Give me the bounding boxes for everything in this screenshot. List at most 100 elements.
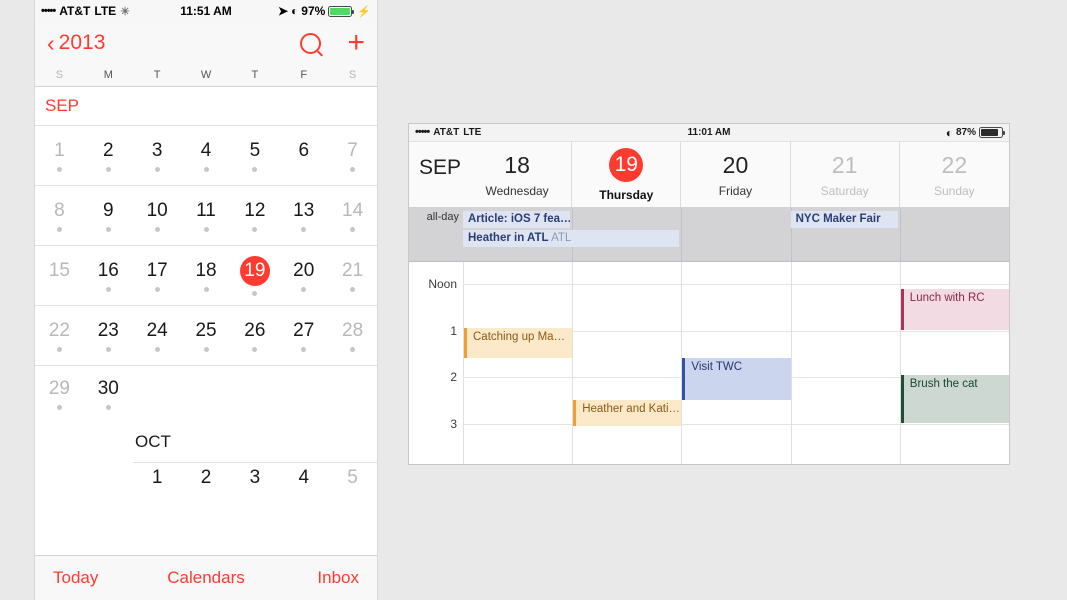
calendar-day-1[interactable]: 1 [133, 463, 182, 507]
weekday-header-3: W [200, 69, 212, 81]
day-number: 17 [146, 259, 168, 281]
event-dot [203, 286, 209, 292]
day-column-header-sunday[interactable]: 22 Sunday [900, 142, 1009, 207]
day-number: 16 [97, 259, 119, 281]
all-day-event[interactable]: Heather in ATL ATL [463, 230, 680, 247]
time-axis-column: Noon 1 2 3 [409, 262, 463, 464]
day-column-header-thursday[interactable]: 19 Thursday [572, 142, 682, 207]
calendar-day-14[interactable]: 14 [328, 186, 377, 245]
location-arrow-icon: ➤ [277, 4, 289, 18]
event-dot [154, 166, 160, 172]
calendar-day-8[interactable]: 8 [35, 186, 84, 245]
back-button[interactable]: ‹ 2013 [47, 31, 105, 55]
day-number: 1 [54, 139, 65, 161]
ipad-month-text: SEP [419, 156, 462, 179]
calendar-day-23[interactable]: 23 [84, 306, 133, 365]
tab-today[interactable]: Today [35, 568, 155, 588]
event-dot [252, 166, 258, 172]
hour-gridline [463, 284, 1009, 285]
day-column-number: 18 [504, 151, 530, 178]
calendar-day-9[interactable]: 9 [84, 186, 133, 245]
time-label-3: 3 [450, 416, 457, 431]
ipad-time-grid[interactable]: Noon 1 2 3 Catching up Ma… Heather and Kati…… [409, 262, 1009, 464]
weekday-header-0: S [55, 69, 64, 81]
day-number: 4 [200, 139, 212, 161]
calendar-day-1[interactable]: 1 [35, 126, 84, 185]
calendar-day-27[interactable]: 27 [279, 306, 328, 365]
calendar-day-11[interactable]: 11 [182, 186, 231, 245]
calendar-day-7[interactable]: 7 [328, 126, 377, 185]
calendar-day-6[interactable]: 6 [279, 126, 328, 185]
day-column-header-saturday[interactable]: 21 Saturday [791, 142, 900, 207]
calendar-event[interactable]: Catching up Ma… [464, 328, 573, 359]
day-number: 3 [151, 139, 163, 161]
event-dot [154, 346, 160, 352]
calendar-day-16[interactable]: 16 [84, 246, 133, 305]
calendar-day-10[interactable]: 10 [133, 186, 182, 245]
day-number: 14 [342, 199, 364, 221]
calendar-event-title: Catching up Ma… [473, 331, 566, 344]
iphone-calendar-panel: ••••• AT&T LTE ☀ 11:51 AM ➤ ◐ 97% ⚡ ‹ 20… [34, 0, 378, 600]
calendar-day-4[interactable]: 4 [182, 126, 231, 185]
day-column-number: 22 [941, 151, 968, 178]
ipad-calendar-panel: ••••• AT&T LTE 11:01 AM ◐ 87% SEP 18 Wedne… [408, 123, 1010, 465]
calendar-day-4[interactable]: 4 [279, 463, 328, 507]
calendar-day-19[interactable]: 19 [230, 246, 279, 305]
calendar-day-29[interactable]: 29 [35, 366, 84, 422]
calendar-day-28[interactable]: 28 [328, 306, 377, 365]
tab-calendars[interactable]: Calendars [155, 568, 257, 588]
calendar-day-21[interactable]: 21 [328, 246, 377, 305]
all-day-row: all-day Article: iOS 7 fea… Heather in AT… [409, 208, 1009, 262]
all-day-event[interactable]: NYC Maker Fair [790, 211, 898, 228]
day-number: 18 [195, 259, 217, 281]
calendar-day-25[interactable]: 25 [182, 306, 231, 365]
calendar-day-20[interactable]: 20 [279, 246, 328, 305]
day-number: 9 [103, 199, 114, 221]
calendar-event[interactable]: Visit TWC [682, 358, 791, 401]
calendar-day-5[interactable]: 5 [230, 126, 279, 185]
calendar-event[interactable]: Heather and Kati… [573, 400, 682, 426]
day-number: 1 [151, 467, 163, 488]
day-column-header-friday[interactable]: 20 Friday [681, 142, 791, 207]
calendar-day-24[interactable]: 24 [133, 306, 182, 365]
calendar-event-title: Brush the cat [909, 377, 978, 390]
calendar-day-26[interactable]: 26 [230, 306, 279, 365]
event-dot [350, 226, 356, 232]
day-column-header-wednesday[interactable]: 18 Wednesday [463, 142, 573, 207]
weekday-header-4: T [251, 69, 259, 81]
event-dot [105, 346, 111, 352]
event-dot [105, 286, 111, 292]
day-column-number: 21 [831, 151, 858, 178]
day-number: 8 [54, 199, 65, 221]
time-label-1: 1 [450, 323, 457, 338]
calendar-day-12[interactable]: 12 [230, 186, 279, 245]
calendar-day-2[interactable]: 2 [84, 126, 133, 185]
all-day-event-location: ATL [548, 232, 572, 244]
calendar-day-22[interactable]: 22 [35, 306, 84, 365]
battery-charging-icon [328, 5, 355, 17]
calendar-day-3[interactable]: 3 [230, 463, 279, 507]
calendar-day-17[interactable]: 17 [133, 246, 182, 305]
plus-icon[interactable]: + [347, 28, 365, 58]
calendar-day-18[interactable]: 18 [182, 246, 231, 305]
all-day-event-title: NYC Maker Fair [795, 213, 881, 225]
day-number: 5 [347, 467, 358, 488]
calendar-day-3[interactable]: 3 [133, 126, 182, 185]
calendar-event[interactable]: Brush the cat [900, 374, 1009, 424]
calendar-day-2[interactable]: 2 [182, 463, 231, 507]
tab-inbox[interactable]: Inbox [257, 568, 377, 588]
search-icon[interactable] [300, 32, 322, 54]
ipad-status-bar: ••••• AT&T LTE 11:01 AM ◐ 87% [409, 124, 1009, 142]
calendar-day-15[interactable]: 15 [35, 246, 84, 305]
event-dot [105, 405, 111, 410]
day-number: 25 [195, 319, 217, 341]
all-day-event[interactable]: Article: iOS 7 fea… [463, 211, 571, 228]
day-column-name: Friday [718, 183, 753, 198]
calendar-day-13[interactable]: 13 [279, 186, 328, 245]
calendar-event[interactable]: Lunch with RC [900, 288, 1009, 331]
calendar-day-30[interactable]: 30 [84, 366, 133, 422]
event-dot [56, 166, 62, 172]
event-dot [154, 226, 160, 232]
calendar-day-5[interactable]: 5 [328, 463, 377, 507]
bluetooth-icon: ◐ [945, 125, 953, 140]
